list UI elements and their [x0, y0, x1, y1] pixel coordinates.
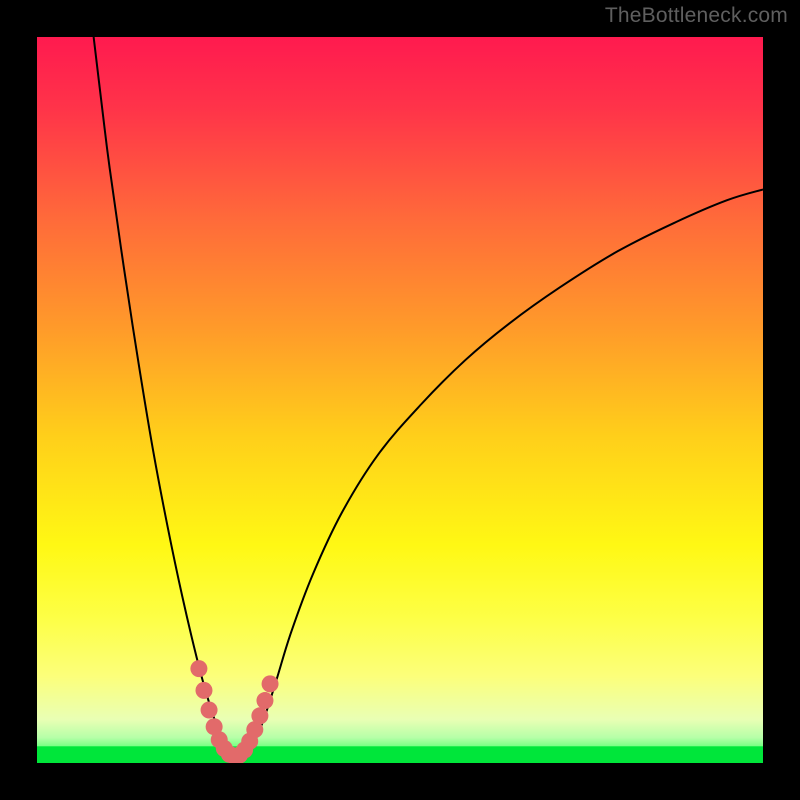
highlight-marker	[190, 660, 207, 677]
watermark-text: TheBottleneck.com	[605, 4, 788, 28]
highlight-marker	[262, 675, 279, 692]
gradient-background	[37, 37, 763, 763]
highlight-marker	[201, 702, 218, 719]
plot-svg	[37, 37, 763, 763]
highlight-marker	[195, 682, 212, 699]
highlight-marker	[251, 707, 268, 724]
plot-area	[37, 37, 763, 763]
outer-frame: TheBottleneck.com	[0, 0, 800, 800]
green-baseline-band	[37, 746, 763, 763]
highlight-marker	[256, 692, 273, 709]
